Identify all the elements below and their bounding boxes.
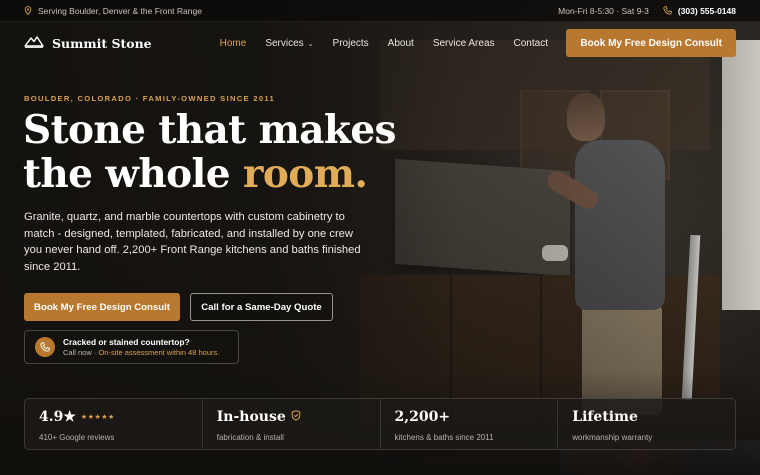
nav-item-services-label: Services	[265, 37, 304, 49]
repair-callout[interactable]: Cracked or stained countertop? Call now …	[24, 330, 239, 364]
main-nav: Summit Stone Home Services ⌄ Projects Abo…	[0, 22, 760, 64]
stat-projects-label: kitchens & baths since 2011	[394, 433, 494, 442]
nav-book-consult-button[interactable]: Book My Free Design Consult	[566, 29, 736, 57]
phone-icon	[663, 6, 672, 15]
stat-inhouse-label: fabrication & install	[216, 433, 284, 442]
chevron-down-icon: ⌄	[307, 40, 314, 48]
repair-callout-prefix: Call now ·	[63, 347, 99, 357]
phone-icon	[35, 337, 55, 357]
nav-item-service-areas[interactable]: Service Areas	[433, 38, 495, 49]
inhouse-text: In-house	[216, 409, 286, 425]
map-pin-icon	[24, 6, 32, 15]
headline-accent: room.	[242, 151, 368, 197]
stat-rating-value: 4.9★ ★★★★★	[39, 408, 188, 426]
nav-item-services[interactable]: Services ⌄	[265, 38, 313, 49]
service-area-text: Serving Boulder, Denver & the Front Rang…	[38, 5, 202, 16]
brand-name: Summit Stone	[52, 35, 152, 51]
hero-headline: Stone that makes the whole room.	[23, 108, 443, 196]
book-consult-button[interactable]: Book My Free Design Consult	[24, 293, 180, 321]
brand-logo[interactable]: Summit Stone	[24, 34, 152, 53]
top-utility-bar: Serving Boulder, Denver & the Front Rang…	[0, 0, 760, 22]
nav-item-projects[interactable]: Projects	[333, 38, 369, 49]
call-quote-button[interactable]: Call for a Same-Day Quote	[190, 293, 333, 321]
hero-eyebrow: BOULDER, COLORADO · FAMILY-OWNED SINCE 2…	[24, 94, 275, 103]
shield-check-icon	[291, 409, 301, 425]
mountain-icon	[24, 34, 44, 53]
nav-item-contact[interactable]: Contact	[514, 38, 548, 49]
nav-item-about[interactable]: About	[388, 38, 414, 49]
hero-description: Granite, quartz, and marble countertops …	[24, 211, 361, 273]
headline-line-1: Stone that makes	[23, 107, 397, 153]
stat-projects-value: 2,200+	[394, 409, 451, 425]
stat-warranty-value: Lifetime	[572, 409, 638, 425]
stat-inhouse: In-house fabrication & install	[201, 399, 380, 449]
stat-projects: 2,200+ kitchens & baths since 2011	[379, 399, 558, 449]
repair-callout-highlight: On-site assessment within 48 hours.	[98, 347, 220, 357]
nav-links: Home Services ⌄ Projects About Service Ar…	[220, 38, 548, 49]
repair-callout-sub: Call now · On-site assessment within 48 …	[63, 348, 219, 358]
stat-warranty-label: workmanship warranty	[572, 433, 653, 442]
star-rating-icons: ★★★★★	[80, 413, 115, 421]
stats-bar: 4.9★ ★★★★★ 410+ Google reviews In-house …	[24, 398, 736, 450]
stat-rating-label: 410+ Google reviews	[39, 433, 115, 442]
stat-rating: 4.9★ ★★★★★ 410+ Google reviews	[25, 399, 202, 449]
repair-callout-text: Cracked or stained countertop? Call now …	[63, 337, 219, 358]
business-hours: Mon-Fri 8-5:30 · Sat 9-3	[558, 5, 649, 16]
nav-item-home[interactable]: Home	[220, 38, 247, 49]
phone-link[interactable]: (303) 555-0148	[678, 6, 736, 16]
repair-callout-title: Cracked or stained countertop?	[63, 336, 190, 347]
stat-inhouse-value: In-house	[217, 408, 366, 426]
headline-line-2: the whole	[23, 151, 231, 197]
rating-number: 4.9★	[39, 409, 76, 425]
stat-warranty: Lifetime workmanship warranty	[557, 399, 735, 449]
